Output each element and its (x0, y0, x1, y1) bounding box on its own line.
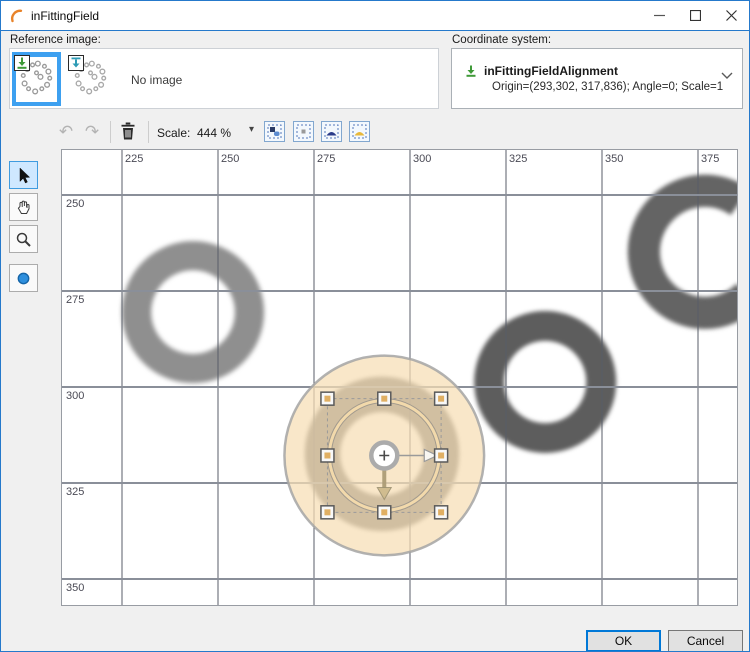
reference-thumbnail-selected[interactable] (12, 52, 61, 106)
zoom-to-selection-button[interactable] (264, 121, 285, 142)
fit-image-dark-icon (324, 124, 339, 139)
editor-toolbar: ↶ ↷ Scale: 444 % ▾ (1, 115, 749, 149)
select-tool-button[interactable] (9, 161, 38, 189)
alignment-name: inFittingFieldAlignment (484, 64, 618, 78)
cancel-button-label: Cancel (687, 634, 724, 648)
pan-tool-button[interactable] (9, 193, 38, 221)
resize-handle-center (381, 396, 387, 402)
circle-shape-icon (15, 270, 32, 287)
y-axis-tick-label: 275 (66, 294, 84, 306)
resize-handle-center (324, 509, 330, 515)
redo-button[interactable]: ↷ (80, 119, 104, 143)
x-axis-tick-label: 375 (701, 153, 719, 165)
zoom-actual-size-icon (296, 124, 311, 139)
reference-image-label: Reference image: (10, 34, 101, 46)
undo-button[interactable]: ↶ (54, 119, 78, 143)
scale-label: Scale: (157, 126, 190, 140)
alignment-icon (464, 64, 478, 78)
import-image-badge (68, 55, 84, 71)
fit-image-button[interactable] (321, 121, 342, 142)
cursor-icon (15, 167, 32, 184)
app-logo-icon (9, 8, 25, 24)
image-canvas[interactable]: 225 250 275 300 325 350 375 250 275 300 325 350 (61, 149, 738, 606)
maximize-button[interactable] (677, 1, 713, 30)
delete-button[interactable] (116, 119, 140, 143)
y-axis-tick-label: 300 (66, 390, 84, 402)
scale-dropdown-icon[interactable]: ▾ (249, 124, 254, 135)
zoom-tool-button[interactable] (9, 225, 38, 253)
resize-handle-center (438, 509, 444, 515)
close-button[interactable] (713, 1, 749, 30)
resize-handle-center (381, 509, 387, 515)
resize-handle-center (324, 452, 330, 458)
x-axis-tick-label: 350 (605, 153, 623, 165)
minimize-icon (654, 10, 665, 21)
redo-icon: ↷ (85, 123, 99, 140)
undo-icon: ↶ (59, 123, 73, 140)
fit-image-light-icon (352, 124, 367, 139)
resize-handle-center (324, 396, 330, 402)
x-axis-tick-label: 225 (125, 153, 143, 165)
maximize-icon (690, 10, 701, 21)
hand-icon (15, 199, 32, 216)
ok-button[interactable]: OK (586, 630, 661, 652)
download-arrow-icon (15, 56, 29, 70)
no-image-label: No image (131, 73, 182, 87)
reference-thumbnail-empty[interactable] (66, 52, 115, 106)
zoom-to-selection-icon (267, 124, 282, 139)
scale-value: 444 % (197, 126, 231, 140)
coordinate-system-label: Coordinate system: (452, 34, 551, 46)
coordinate-system-dropdown[interactable]: inFittingFieldAlignment Origin=(293,302,… (451, 48, 743, 109)
resize-handle-center (438, 452, 444, 458)
y-axis-tick-label: 325 (66, 486, 84, 498)
trash-icon (120, 122, 136, 140)
magnifier-icon (15, 231, 32, 248)
fit-view-button[interactable] (349, 121, 370, 142)
toolbar-separator (148, 121, 149, 143)
chevron-down-icon (720, 71, 734, 80)
x-axis-tick-label: 325 (509, 153, 527, 165)
ok-button-label: OK (615, 634, 632, 648)
x-axis-tick-label: 250 (221, 153, 239, 165)
x-axis-tick-label: 275 (317, 153, 335, 165)
reference-image-box: No image (9, 48, 439, 109)
dialog-window: inFittingField Reference image: (0, 0, 750, 652)
toolbar-separator (110, 121, 111, 143)
y-axis-tick-label: 350 (66, 582, 84, 594)
x-axis-tick-label: 300 (413, 153, 431, 165)
cancel-button[interactable]: Cancel (668, 630, 743, 652)
close-icon (726, 10, 737, 21)
zoom-actual-size-button[interactable] (293, 121, 314, 142)
alignment-details: Origin=(293,302, 317,836); Angle=0; Scal… (492, 81, 723, 93)
import-arrow-icon (69, 56, 83, 70)
selection-annotation-layer (62, 150, 738, 606)
window-title: inFittingField (31, 9, 99, 23)
loaded-image-badge (14, 55, 30, 71)
resize-handle-center (438, 396, 444, 402)
y-axis-tick-label: 250 (66, 198, 84, 210)
minimize-button[interactable] (641, 1, 677, 30)
circle-tool-button[interactable] (9, 264, 38, 292)
titlebar: inFittingField (1, 1, 749, 31)
